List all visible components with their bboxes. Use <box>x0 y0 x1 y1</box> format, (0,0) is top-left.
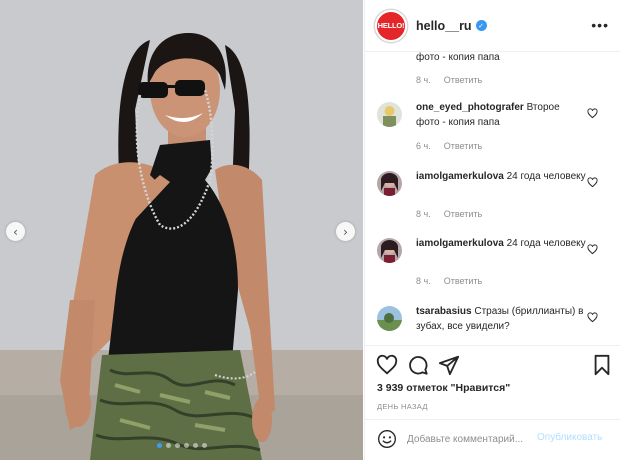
comment-text: iamolgamerkulova 24 года человеку <box>416 236 586 251</box>
carousel-dot <box>174 443 180 448</box>
carousel-prev-button[interactable]: ‹ <box>6 222 25 241</box>
comment-input[interactable] <box>407 430 557 448</box>
account-logo-text: HELLO! <box>377 21 405 30</box>
post-date[interactable]: ДЕНЬ НАЗАД <box>377 402 428 411</box>
heart-icon[interactable] <box>587 312 598 323</box>
comment-username[interactable]: one_eyed_photografer <box>416 102 524 113</box>
account-avatar[interactable]: HELLO! <box>375 9 407 42</box>
comment-text: one_eyed_photografer Второе фото - копия… <box>416 100 586 130</box>
avatar[interactable] <box>377 171 402 196</box>
likes-count[interactable]: 3 939 отметок "Нравится" <box>377 382 510 394</box>
comment-text: iamolgamerkulova 24 года человеку <box>416 169 586 184</box>
comment-time: 8 ч. <box>416 75 431 85</box>
heart-icon[interactable] <box>587 244 598 255</box>
carousel-dot <box>201 443 207 448</box>
reply-button[interactable]: Ответить <box>444 141 482 151</box>
comment-username[interactable]: iamolgamerkulova <box>416 238 504 249</box>
comment-body: 24 года человеку <box>506 171 586 182</box>
comment-text: фото - копия папа <box>416 52 586 65</box>
comment-username[interactable]: tsarabasius <box>416 306 472 317</box>
carousel-dot <box>192 443 198 448</box>
heart-icon[interactable] <box>587 177 598 188</box>
comment-body: 24 года человеку <box>506 238 586 249</box>
publish-button[interactable]: Опубликовать <box>537 432 602 443</box>
add-comment-bar: Опубликовать <box>365 419 620 460</box>
carousel-indicator <box>0 443 363 448</box>
post-photo[interactable]: ‹ › <box>0 0 363 460</box>
reply-button[interactable]: Ответить <box>444 75 482 85</box>
comment-time: 8 ч. <box>416 276 431 286</box>
comments-list[interactable]: фото - копия папа 8 ч. Ответить one_eyed… <box>365 52 620 345</box>
photo-illustration <box>0 0 363 460</box>
account-username[interactable]: hello__ru <box>416 19 472 33</box>
avatar[interactable] <box>377 238 402 263</box>
comment-text: tsarabasius Стразы (бриллианты) в зубах,… <box>416 304 586 334</box>
smile-icon[interactable] <box>377 429 397 449</box>
comment-icon[interactable] <box>407 354 429 376</box>
more-icon[interactable]: ••• <box>591 17 609 33</box>
comment-meta: 8 ч. Ответить <box>416 276 482 286</box>
carousel-dot <box>156 443 162 448</box>
reply-button[interactable]: Ответить <box>444 276 482 286</box>
comment-time: 6 ч. <box>416 141 431 151</box>
comment-meta: 6 ч. Ответить <box>416 141 482 151</box>
bookmark-icon[interactable] <box>591 354 613 376</box>
carousel-dot <box>165 443 171 448</box>
carousel-next-button[interactable]: › <box>336 222 355 241</box>
post-actions: 3 939 отметок "Нравится" ДЕНЬ НАЗАД <box>365 345 620 415</box>
comment-time: 8 ч. <box>416 209 431 219</box>
heart-icon[interactable] <box>376 354 398 376</box>
comment-body: фото - копия папа <box>416 52 500 63</box>
heart-icon[interactable] <box>587 108 598 119</box>
post-header: HELLO! hello__ru ✓ ••• <box>365 0 620 52</box>
comment-username[interactable]: iamolgamerkulova <box>416 171 504 182</box>
reply-button[interactable]: Ответить <box>444 209 482 219</box>
share-icon[interactable] <box>438 354 460 376</box>
verified-badge-icon: ✓ <box>475 20 487 31</box>
post-sidebar: HELLO! hello__ru ✓ ••• фото - копия папа… <box>364 0 620 460</box>
comment-meta: 8 ч. Ответить <box>416 75 482 85</box>
comment-meta: 8 ч. Ответить <box>416 209 482 219</box>
avatar[interactable] <box>377 306 402 331</box>
avatar[interactable] <box>377 102 402 127</box>
carousel-dot <box>183 443 189 448</box>
